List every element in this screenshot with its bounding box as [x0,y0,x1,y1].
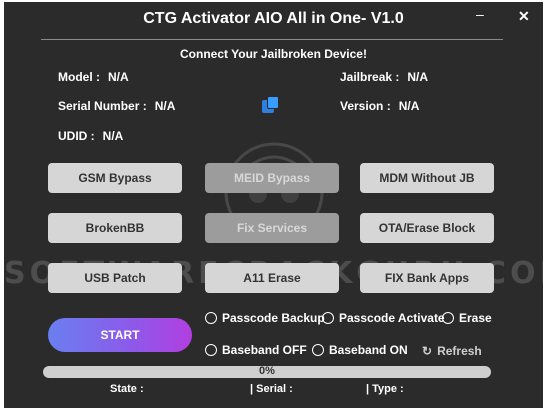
serial-status: | Serial : [250,383,293,395]
fix-bank-apps-button[interactable]: FIX Bank Apps [360,263,494,293]
udid-value: N/A [102,129,124,143]
brokenbb-button[interactable]: BrokenBB [48,213,182,243]
gsm-bypass-button[interactable]: GSM Bypass [48,163,182,193]
radio-circle [205,344,217,356]
baseband-off-radio[interactable]: Baseband OFF [205,343,307,357]
copy-icon-front [267,96,279,109]
serial-value: N/A [154,99,176,113]
progress-bar: 0% [43,365,491,378]
passcode-activate-radio[interactable]: Passcode Activate [322,311,445,325]
passcode-backup-radio[interactable]: Passcode Backup [205,311,325,325]
udid-info: UDID : N/A [58,129,123,143]
fix-services-button[interactable]: Fix Services [205,213,339,243]
connect-prompt: Connect Your Jailbroken Device! [180,47,367,61]
serial-label: Serial Number : [58,99,147,113]
erase-radio[interactable]: Erase [442,311,492,325]
radio-circle [442,312,454,324]
start-button[interactable]: START [48,318,192,352]
jailbreak-value: N/A [407,70,429,84]
title-divider [41,39,503,40]
version-value: N/A [398,99,420,113]
model-label: Model : [58,70,100,84]
type-status: | Type : [366,383,404,395]
mdm-without-jb-button[interactable]: MDM Without JB [360,163,494,193]
jailbreak-label: Jailbreak : [340,70,400,84]
meid-bypass-button[interactable]: MEID Bypass [205,163,339,193]
refresh-icon: ↻ [422,344,433,358]
radio-circle [205,312,217,324]
baseband-on-radio[interactable]: Baseband ON [312,343,408,357]
version-label: Version : [340,99,391,113]
radio-circle [312,344,324,356]
refresh-button[interactable]: ↻ Refresh [422,344,482,358]
usb-patch-button[interactable]: USB Patch [48,263,182,293]
model-value: N/A [108,70,129,84]
minimize-button[interactable]: – [476,6,484,22]
passcode-activate-label: Passcode Activate [339,311,445,325]
baseband-on-label: Baseband ON [329,343,408,357]
main-window: CTG Activator AIO All in One- V1.0 – ✕ C… [4,2,543,408]
model-info: Model : N/A [58,70,129,84]
ota-erase-block-button[interactable]: OTA/Erase Block [360,213,494,243]
a11-erase-button[interactable]: A11 Erase [205,263,339,293]
version-info: Version : N/A [340,99,419,113]
refresh-label: Refresh [437,344,482,358]
jailbreak-info: Jailbreak : N/A [340,70,428,84]
window-title: CTG Activator AIO All in One- V1.0 [143,10,404,27]
progress-percent: 0% [259,365,275,377]
close-button[interactable]: ✕ [518,8,530,25]
passcode-backup-label: Passcode Backup [222,311,325,325]
radio-circle [322,312,334,324]
baseband-off-label: Baseband OFF [222,343,307,357]
serial-info: Serial Number : N/A [58,99,175,113]
erase-label: Erase [459,311,492,325]
udid-label: UDID : [58,129,95,143]
state-status: State : [110,383,144,395]
copy-icon[interactable] [262,96,280,114]
